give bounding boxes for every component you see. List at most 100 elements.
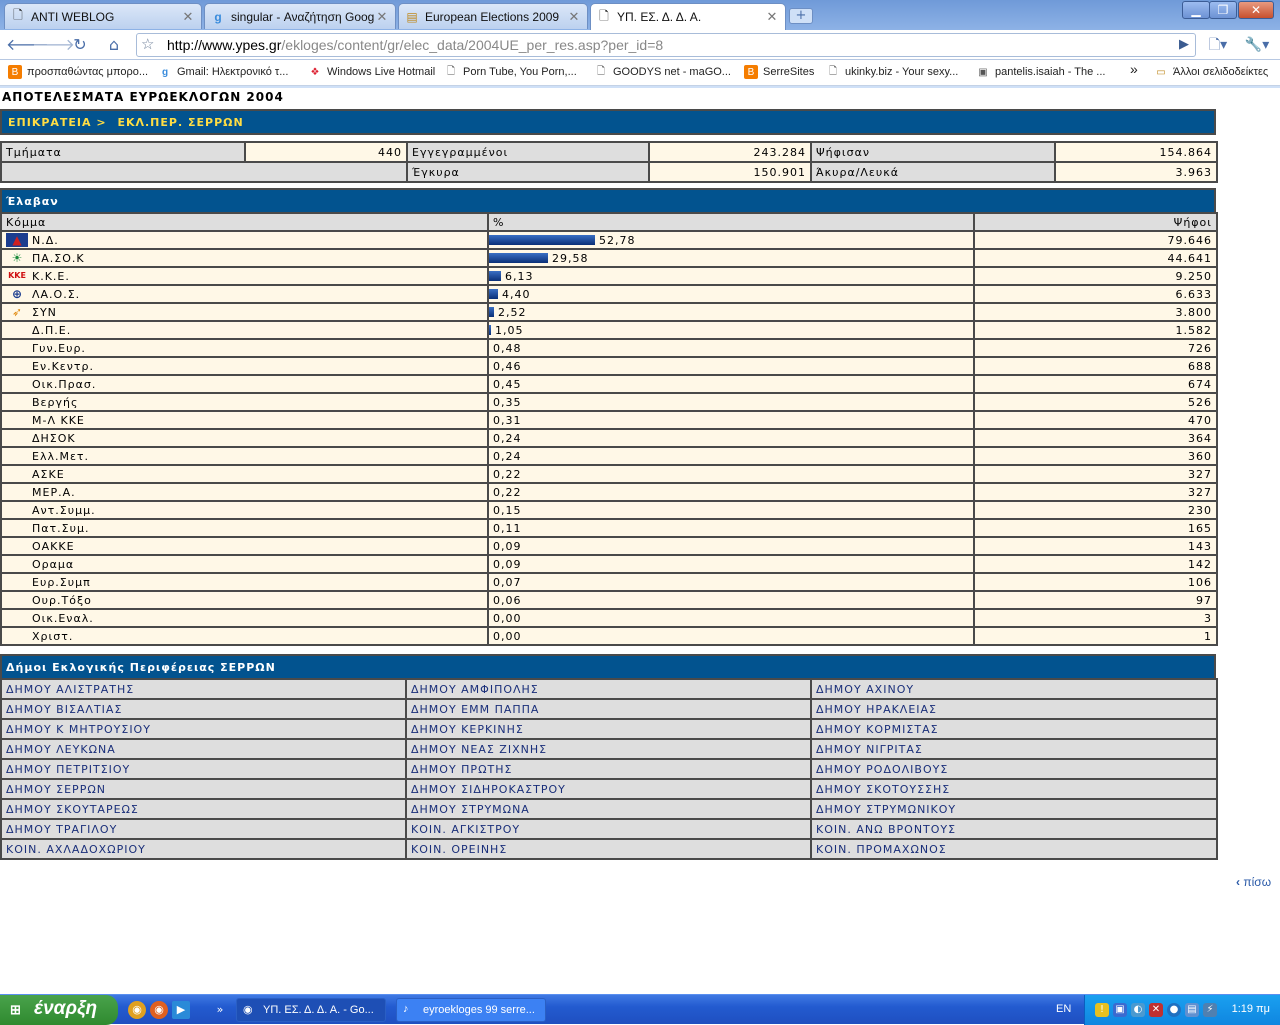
bookmark-item[interactable]: Bπροσπαθώντας μπορο... <box>8 65 148 79</box>
bookmark-item[interactable]: ❖ Windows Live Hotmail <box>308 65 436 79</box>
bookmark-label: pantelis.isaiah - The ... <box>995 66 1106 78</box>
chrome-quicklaunch-icon[interactable]: ◉ <box>128 1001 146 1019</box>
google-icon: g <box>161 66 169 78</box>
language-indicator[interactable]: EN <box>1056 1003 1071 1015</box>
bookmark-item[interactable]: 🗋 Porn Tube, You Porn,... <box>444 65 577 79</box>
address-bar[interactable]: ☆ http://www.ypes.gr/ekloges/content/gr/… <box>136 33 1196 57</box>
column-header-votes: Ψήφοι <box>973 212 1218 232</box>
security-shield-icon[interactable]: ! <box>1095 1003 1109 1017</box>
municipality-link[interactable]: ΔΗΜΟΥ ΗΡΑΚΛΕΙΑΣ <box>816 703 937 716</box>
municipality-cell: ΚΟΙΝ. ΠΡΟΜΑΧΩΝΟΣ <box>810 838 1218 860</box>
percent-label: 6,13 <box>505 270 534 283</box>
municipality-link[interactable]: ΔΗΜΟΥ ΠΡΩΤΗΣ <box>411 763 512 776</box>
municipality-link[interactable]: ΔΗΜΟΥ ΝΕΑΣ ΖΙΧΝΗΣ <box>411 743 547 756</box>
network-icon[interactable]: ▣ <box>1113 1003 1127 1017</box>
tab-google-search[interactable]: g singular - Αναζήτηση Google ✕ <box>204 3 396 29</box>
party-name: ΣΥΝ <box>32 305 57 319</box>
municipality-link[interactable]: ΔΗΜΟΥ ΛΕΥΚΩΝΑ <box>6 743 116 756</box>
result-row: Οικ.Εναλ. 0,00 3 <box>0 608 1218 628</box>
media-quicklaunch-icon[interactable]: ▶ <box>172 1001 190 1019</box>
go-icon[interactable]: ▶ <box>1179 37 1189 52</box>
municipality-link[interactable]: ΔΗΜΟΥ Κ ΜΗΤΡΟΥΣΙΟΥ <box>6 723 151 736</box>
municipality-link[interactable]: ΔΗΜΟΥ ΑΛΙΣΤΡΑΤΗΣ <box>6 683 134 696</box>
municipality-link[interactable]: ΚΟΙΝ. ΑΝΩ ΒΡΟΝΤΟΥΣ <box>816 823 956 836</box>
municipality-link[interactable]: ΔΗΜΟΥ ΣΕΡΡΩΝ <box>6 783 106 796</box>
party-cell: ➶ ΣΥΝ <box>0 302 489 322</box>
new-tab-button[interactable]: + <box>789 8 813 24</box>
votes-cell: 79.646 <box>973 230 1218 250</box>
window-close-button[interactable]: ✕ <box>1238 1 1274 19</box>
bookmark-item[interactable]: B SerreSites <box>744 65 814 79</box>
municipality-link[interactable]: ΔΗΜΟΥ ΑΧΙΝΟΥ <box>816 683 914 696</box>
chrome-icon: ◉ <box>243 1004 253 1016</box>
tab-european-elections[interactable]: ▤ European Elections 2009 ✕ <box>398 3 588 29</box>
municipality-link[interactable]: ΔΗΜΟΥ ΚΕΡΚΙΝΗΣ <box>411 723 524 736</box>
municipality-link[interactable]: ΔΗΜΟΥ ΚΟΡΜΙΣΤΑΣ <box>816 723 939 736</box>
municipality-cell: ΔΗΜΟΥ ΠΕΤΡΙΤΣΙΟΥ <box>0 758 407 780</box>
party-name: Οραμα <box>32 557 75 571</box>
municipality-link[interactable]: ΔΗΜΟΥ ΣΚΟΤΟΥΣΣΗΣ <box>816 783 950 796</box>
bookmark-star-icon[interactable]: ☆ <box>141 35 154 53</box>
display-icon[interactable]: ▤ <box>1185 1003 1199 1017</box>
municipality-link[interactable]: ΚΟΙΝ. ΟΡΕΙΝΗΣ <box>411 843 507 856</box>
close-icon[interactable]: ✕ <box>567 9 581 25</box>
tab-anti-weblog[interactable]: 🗋 ANTI WEBLOG ✕ <box>4 3 202 29</box>
wrench-menu-icon[interactable]: 🔧▾ <box>1242 34 1272 56</box>
url-text: http://www.ypes.gr/ekloges/content/gr/el… <box>167 37 663 53</box>
safely-remove-icon[interactable]: ⚡ <box>1203 1003 1217 1017</box>
municipality-link[interactable]: ΔΗΜΟΥ ΣΤΡΥΜΩΝΙΚΟΥ <box>816 803 956 816</box>
back-button[interactable]: 🡐 <box>6 34 49 56</box>
municipality-link[interactable]: ΔΗΜΟΥ ΝΙΓΡΙΤΑΣ <box>816 743 923 756</box>
percent-cell: 0,09 <box>487 554 975 574</box>
votes-cell: 230 <box>973 500 1218 520</box>
close-icon[interactable]: ✕ <box>375 9 389 25</box>
forward-button[interactable]: 🡒 <box>32 34 75 56</box>
tab-ypes[interactable]: 🗋 ΥΠ. ΕΣ. Δ. Δ. Α. ✕ <box>590 3 786 30</box>
antivirus-icon[interactable]: ✕ <box>1149 1003 1163 1017</box>
percent-label: 0,09 <box>493 540 522 553</box>
breadcrumb-root-link[interactable]: ΕΠΙΚΡΑΤΕΙΑ <box>8 116 92 129</box>
bookmark-item[interactable]: g Gmail: Ηλεκτρονικό τ... <box>158 65 288 79</box>
minimize-button[interactable]: ▁ <box>1182 1 1210 19</box>
municipality-link[interactable]: ΔΗΜΟΥ ΠΕΤΡΙΤΣΙΟΥ <box>6 763 130 776</box>
close-icon[interactable]: ✕ <box>181 9 195 25</box>
party-name: ΛΑ.Ο.Σ. <box>32 287 81 301</box>
firefox-quicklaunch-icon[interactable]: ◉ <box>150 1001 168 1019</box>
bookmark-item[interactable]: ▣ pantelis.isaiah - The ... <box>976 65 1105 79</box>
maximize-button[interactable]: ❐ <box>1209 1 1237 19</box>
bookmark-item[interactable]: 🗋 ukinky.biz - Your sexy... <box>826 65 958 79</box>
municipality-link[interactable]: ΚΟΙΝ. ΑΓΚΙΣΤΡΟΥ <box>411 823 520 836</box>
start-button[interactable]: ⊞ έναρξη <box>0 995 118 1025</box>
municipality-link[interactable]: ΔΗΜΟΥ ΤΡΑΓΙΛΟΥ <box>6 823 117 836</box>
municipality-link[interactable]: ΚΟΙΝ. ΑΧΛΑΔΟΧΩΡΙΟΥ <box>6 843 146 856</box>
close-icon[interactable]: ✕ <box>765 9 779 25</box>
municipality-link[interactable]: ΚΟΙΝ. ΠΡΟΜΑΧΩΝΟΣ <box>816 843 947 856</box>
other-bookmarks[interactable]: ▭ Άλλοι σελιδοδείκτες <box>1154 65 1268 79</box>
home-button[interactable]: ⌂ <box>102 34 126 56</box>
municipality-link[interactable]: ΔΗΜΟΥ ΣΙΔΗΡΟΚΑΣΤΡΟΥ <box>411 783 566 796</box>
municipality-link[interactable]: ΔΗΜΟΥ ΣΤΡΥΜΩΝΑ <box>411 803 530 816</box>
municipality-link[interactable]: ΔΗΜΟΥ ΣΚΟΥΤΑΡΕΩΣ <box>6 803 139 816</box>
page-menu-icon[interactable]: 🗋▾ <box>1206 34 1230 56</box>
percent-cell: 6,13 <box>487 266 975 286</box>
valid-value: 150.901 <box>648 161 812 183</box>
quicklaunch-overflow-icon[interactable]: » <box>214 1001 226 1019</box>
bookmark-label: SerreSites <box>763 66 815 78</box>
municipality-link[interactable]: ΔΗΜΟΥ ΡΟΔΟΛΙΒΟΥΣ <box>816 763 948 776</box>
reload-button[interactable]: ↻ <box>68 34 92 56</box>
taskbar-item-player[interactable]: ♪ eyroekloges 99 serre... <box>396 998 546 1022</box>
volume-icon[interactable]: ◐ <box>1131 1003 1145 1017</box>
taskbar-item-browser[interactable]: ◉ ΥΠ. ΕΣ. Δ. Δ. Α. - Go... <box>236 998 386 1022</box>
municipality-link[interactable]: ΔΗΜΟΥ ΕΜΜ ΠΑΠΠΑ <box>411 703 539 716</box>
back-link[interactable]: ‹ πίσω <box>1236 875 1271 889</box>
bookmark-item[interactable]: 🗋 GOODYS net - maGO... <box>594 65 731 79</box>
bookmarks-overflow-button[interactable]: » <box>1130 61 1138 77</box>
municipality-link[interactable]: ΔΗΜΟΥ ΒΙΣΑΛΤΙΑΣ <box>6 703 122 716</box>
municipality-link[interactable]: ΔΗΜΟΥ ΑΜΦΙΠΟΛΗΣ <box>411 683 539 696</box>
percent-label: 0,06 <box>493 594 522 607</box>
percent-cell: 0,24 <box>487 428 975 448</box>
percent-label: 0,00 <box>493 612 522 625</box>
party-cell: ΑΣΚΕ <box>0 464 489 484</box>
municipality-row: ΔΗΜΟΥ ΣΚΟΥΤΑΡΕΩΣ ΔΗΜΟΥ ΣΤΡΥΜΩΝΑ ΔΗΜΟΥ ΣΤΡΥ… <box>0 798 1218 820</box>
messenger-icon[interactable]: ● <box>1167 1003 1181 1017</box>
